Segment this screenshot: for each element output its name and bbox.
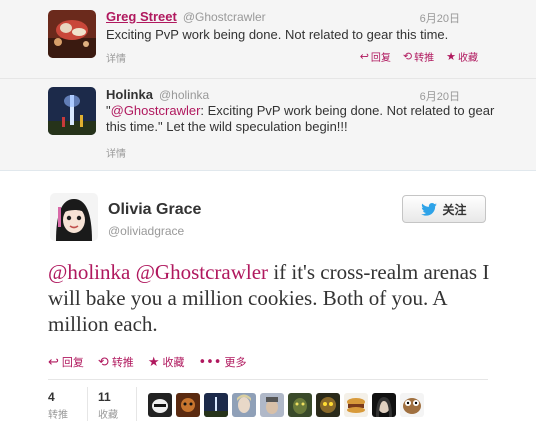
favoriter-avatar[interactable] bbox=[176, 393, 200, 417]
retweet-icon: ⟲ bbox=[97, 354, 109, 370]
favoriter-avatar[interactable] bbox=[260, 393, 284, 417]
mention-link[interactable]: @Ghostcrawler bbox=[111, 103, 201, 118]
retweets-count: 4 bbox=[48, 390, 55, 404]
favoriter-avatar[interactable] bbox=[204, 393, 228, 417]
retweet-button[interactable]: ⟲ 转推 bbox=[98, 354, 134, 370]
author-name[interactable]: Holinka @holinka bbox=[106, 87, 209, 102]
favoriter-avatar[interactable] bbox=[316, 393, 340, 417]
conversation-thread: Greg Street @Ghostcrawler 6月20日 Exciting … bbox=[0, 0, 536, 171]
tweet-time[interactable]: 6月20日 bbox=[420, 88, 460, 104]
more-button[interactable]: ••• 更多 bbox=[198, 354, 246, 370]
divider bbox=[48, 379, 488, 380]
favoriter-avatar[interactable] bbox=[400, 393, 424, 417]
favorite-button[interactable]: ★ 收藏 bbox=[446, 49, 478, 64]
retweet-icon: ⟲ bbox=[402, 50, 413, 63]
favoriter-avatar[interactable] bbox=[344, 393, 368, 417]
mention-link-ghostcrawler[interactable]: @Ghostcrawler bbox=[136, 260, 268, 284]
star-icon: ★ bbox=[446, 50, 456, 63]
details-link[interactable]: 详情 bbox=[106, 145, 126, 160]
divider bbox=[136, 387, 137, 421]
reply-button[interactable]: ↩ 回复 bbox=[48, 354, 84, 370]
author-handle[interactable]: @oliviadgrace bbox=[108, 224, 184, 238]
tweet-text: "@Ghostcrawler: Exciting PvP work being … bbox=[106, 103, 495, 134]
reply-icon: ↩ bbox=[359, 50, 369, 63]
avatar-greg-street[interactable] bbox=[48, 10, 96, 58]
reply-icon: ↩ bbox=[48, 354, 59, 370]
divider bbox=[87, 387, 88, 421]
main-tweet: Olivia Grace @oliviadgrace 关注 @holinka @… bbox=[0, 171, 536, 435]
tweet-actions: ↩ 回复 ⟲ 转推 ★ 收藏 bbox=[360, 49, 478, 64]
favoriter-avatar[interactable] bbox=[148, 393, 172, 417]
tweet-holinka[interactable]: Holinka @holinka 6月20日 "@Ghostcrawler: Ex… bbox=[0, 79, 536, 169]
follow-button[interactable]: 关注 bbox=[402, 195, 486, 223]
avatar-holinka[interactable] bbox=[48, 87, 96, 135]
star-icon: ★ bbox=[147, 354, 160, 370]
reply-button[interactable]: ↩ 回复 bbox=[360, 49, 391, 64]
tweet-greg-street[interactable]: Greg Street @Ghostcrawler 6月20日 Exciting … bbox=[0, 0, 536, 79]
retweet-button[interactable]: ⟲ 转推 bbox=[403, 49, 434, 64]
mention-link-holinka[interactable]: @holinka bbox=[48, 260, 130, 284]
favorites-stat[interactable]: 11 收藏 bbox=[98, 390, 118, 421]
author-handle[interactable]: @holinka bbox=[159, 88, 209, 102]
favoriter-avatar[interactable] bbox=[288, 393, 312, 417]
twitter-bird-icon bbox=[421, 202, 438, 216]
favoriter-avatar[interactable] bbox=[372, 393, 396, 417]
author-name[interactable]: Greg Street @Ghostcrawler bbox=[106, 9, 266, 24]
favoriter-avatars bbox=[148, 393, 424, 417]
more-dots-icon: ••• bbox=[198, 354, 222, 370]
favorite-button[interactable]: ★ 收藏 bbox=[148, 354, 185, 370]
favorites-label: 收藏 bbox=[98, 410, 118, 421]
retweets-stat[interactable]: 4 转推 bbox=[48, 390, 68, 421]
favoriter-avatar[interactable] bbox=[232, 393, 256, 417]
avatar-olivia-grace[interactable] bbox=[50, 193, 98, 241]
tweet-actions: ↩ 回复 ⟲ 转推 ★ 收藏 ••• 更多 bbox=[48, 354, 246, 370]
author-name[interactable]: Olivia Grace bbox=[108, 201, 201, 219]
favorites-count: 11 bbox=[98, 390, 111, 404]
details-link[interactable]: 详情 bbox=[106, 50, 126, 65]
author-handle[interactable]: @Ghostcrawler bbox=[183, 10, 266, 24]
tweet-text: @holinka @Ghostcrawler if it's cross-rea… bbox=[48, 260, 490, 336]
tweet-time[interactable]: 6月20日 bbox=[420, 10, 460, 26]
retweets-label: 转推 bbox=[48, 410, 68, 421]
tweet-text: Exciting PvP work being done. Not relate… bbox=[106, 27, 449, 42]
